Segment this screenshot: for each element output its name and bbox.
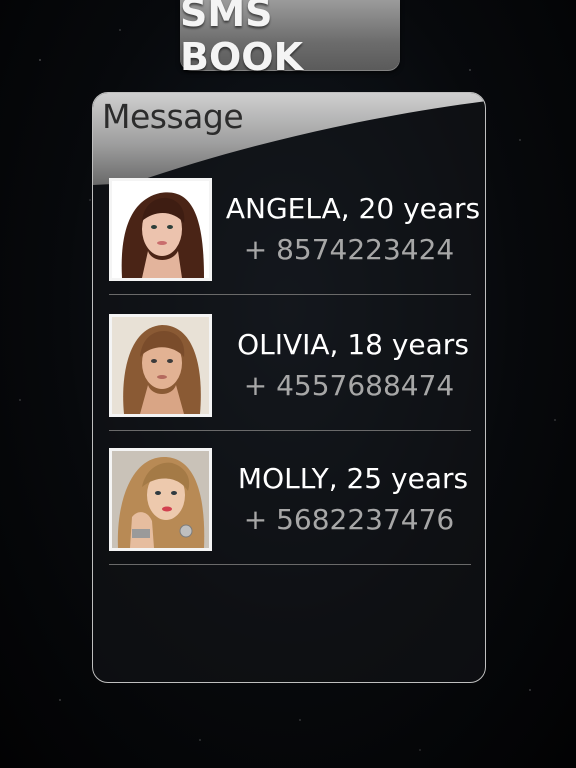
- avatar-olivia: [112, 317, 209, 414]
- message-panel: Message ANGELA, 20 years + 8574223424 OL…: [92, 92, 486, 683]
- panel-header-title: Message: [102, 97, 244, 136]
- contact-item[interactable]: ANGELA, 20 years + 8574223424: [109, 178, 480, 295]
- divider: [109, 430, 471, 431]
- avatar-molly: [112, 451, 209, 548]
- contact-phone: + 4557688474: [243, 369, 455, 402]
- divider: [109, 564, 471, 565]
- contact-name: OLIVIA, 18 years: [237, 328, 469, 361]
- divider: [109, 294, 471, 295]
- contact-photo: [109, 314, 212, 417]
- contact-photo: [109, 178, 212, 281]
- contact-phone: + 5682237476: [243, 503, 455, 536]
- avatar-angela: [112, 181, 209, 278]
- contact-item[interactable]: MOLLY, 25 years + 5682237476: [109, 448, 471, 565]
- app-title: SMS BOOK: [180, 0, 304, 79]
- contact-name: MOLLY, 25 years: [237, 462, 469, 495]
- contact-name: ANGELA, 20 years: [225, 192, 481, 225]
- contact-photo: [109, 448, 212, 551]
- contact-item[interactable]: OLIVIA, 18 years + 4557688474: [109, 314, 471, 431]
- contact-phone: + 8574223424: [243, 233, 455, 266]
- app-title-tab: SMS BOOK: [180, 0, 400, 79]
